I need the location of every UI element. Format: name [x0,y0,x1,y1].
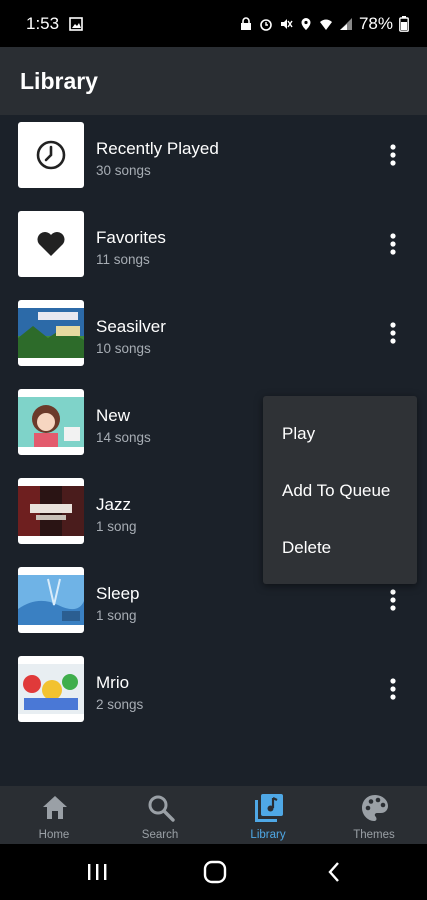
battery-icon [399,15,409,32]
playlist-thumbnail [18,656,84,722]
playlist-song-count: 1 song [96,519,137,534]
image-icon [69,16,83,31]
clock-icon [36,140,66,170]
palette-icon [362,795,388,821]
playlist-song-count: 1 song [96,608,137,623]
library-icon [255,794,283,822]
playlist-row-mrio[interactable]: Mrio 2 songs [0,652,427,741]
playlist-row-seasilver[interactable]: Seasilver 10 songs [0,296,427,385]
more-options-icon[interactable] [382,229,404,259]
location-icon [301,17,311,30]
heart-icon [37,232,65,256]
menu-item-add-to-queue[interactable]: Add To Queue [282,481,390,501]
playlist-title: Recently Played [96,139,219,158]
app-bar: Library [0,47,427,115]
playlist-title: Seasilver [96,317,166,336]
battery-percent: 78% [358,13,393,33]
more-options-icon[interactable] [382,318,404,348]
home-icon [43,796,67,819]
bottom-nav: Home Search Library Themes [0,786,427,844]
back-icon[interactable] [326,861,342,883]
nav-item-home[interactable]: Home [4,786,104,844]
more-options-icon[interactable] [382,674,404,704]
search-icon [148,795,175,822]
nav-item-library[interactable]: Library [218,786,318,844]
more-options-icon[interactable] [382,585,404,615]
playlist-thumbnail [18,211,84,277]
nav-label: Library [250,829,286,841]
playlist-thumbnail [18,300,84,366]
playlist-row-recently-played[interactable]: Recently Played 30 songs [0,118,427,207]
nav-item-themes[interactable]: Themes [324,786,424,844]
nav-label: Home [38,829,70,841]
status-bar: 1:53 78% [0,0,427,47]
cover-art-image [18,486,84,536]
status-time: 1:53 [26,13,60,33]
nav-item-search[interactable]: Search [110,786,210,844]
menu-item-play[interactable]: Play [282,424,315,444]
lock-icon [240,16,251,30]
menu-item-delete[interactable]: Delete [282,538,331,558]
page-title: Library [20,67,98,94]
playlist-song-count: 30 songs [96,163,151,178]
playlist-title: Jazz [96,495,131,514]
playlist-title: Mrio [96,673,130,692]
cover-art-image [18,308,84,358]
more-options-icon[interactable] [382,140,404,170]
signal-icon [339,17,352,30]
nav-label: Search [141,829,179,841]
playlist-song-count: 2 songs [96,697,144,712]
playlist-thumbnail [18,478,84,544]
cover-art-image [18,664,84,714]
playlist-song-count: 10 songs [96,341,151,356]
playlist-title: Favorites [96,228,166,247]
recent-apps-icon[interactable] [86,862,108,882]
home-button-icon[interactable] [203,860,227,884]
alarm-icon [260,18,272,31]
playlist-song-count: 11 songs [96,252,150,267]
playlist-thumbnail [18,122,84,188]
playlist-song-count: 14 songs [96,430,151,445]
playlist-row-favorites[interactable]: Favorites 11 songs [0,207,427,296]
wifi-icon [319,19,332,30]
mute-icon [280,18,293,29]
playlist-thumbnail [18,567,84,633]
playlist-title: New [96,406,131,425]
system-nav-bar [0,844,427,900]
playlist-title: Sleep [96,584,140,603]
context-menu: Play Add To Queue Delete [263,396,417,584]
cover-art-image [18,575,84,625]
nav-label: Themes [353,829,395,841]
playlist-thumbnail [18,389,84,455]
cover-art-image [18,397,84,447]
